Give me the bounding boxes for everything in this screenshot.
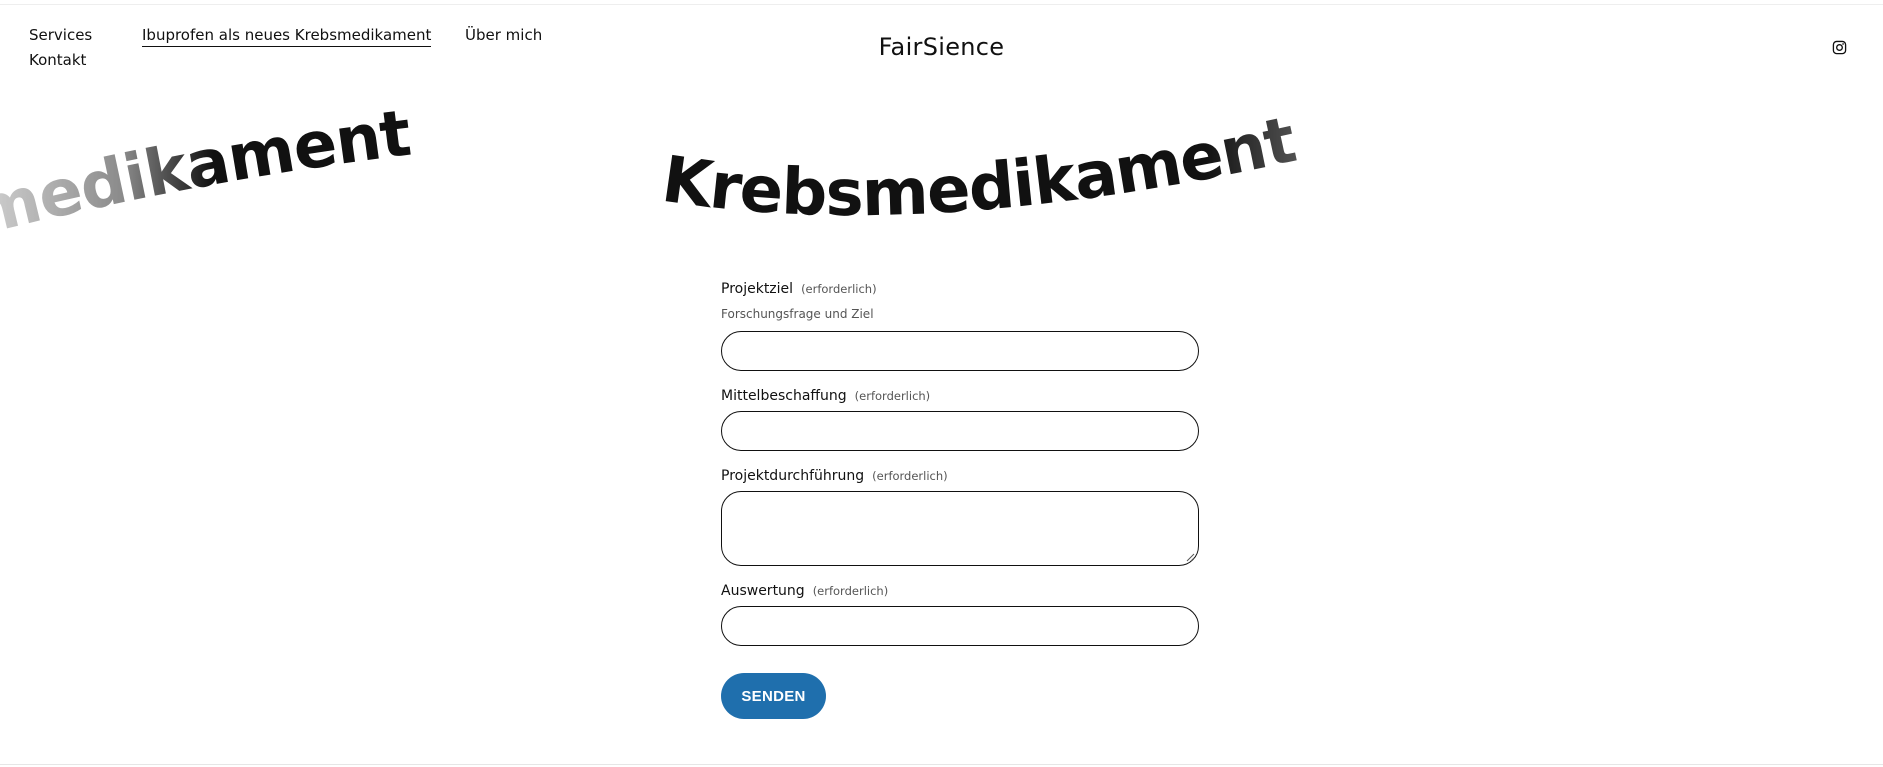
field-description: Forschungsfrage und Ziel [721,307,874,321]
field-mittelbeschaffung: Mittelbeschaffung (erforderlich) [721,387,1199,451]
field-label: Projektziel [721,281,794,297]
projektziel-input[interactable] [721,331,1199,371]
banner-word-center: Krebsmedikament [658,103,1302,231]
bottom-divider [0,764,1883,765]
submit-button[interactable]: SENDEN [721,673,826,719]
required-hint: (erforderlich) [872,469,948,483]
field-projektziel: Projektziel (erforderlich) Forschungsfra… [721,280,1199,371]
field-auswertung: Auswertung (erforderlich) [721,582,1199,646]
mittelbeschaffung-input[interactable] [721,411,1199,451]
field-label: Projektdurchführung [721,468,865,484]
required-hint: (erforderlich) [812,584,889,598]
instagram-icon[interactable] [1832,40,1847,55]
required-hint: (erforderlich) [854,389,931,403]
resize-handle-icon[interactable] [1185,552,1195,562]
site-title[interactable]: FairSience [0,32,1883,62]
top-divider [0,4,1883,5]
banner-fragment-left: medikament [0,97,415,251]
project-form: Projektziel (erforderlich) Forschungsfra… [721,280,1199,646]
auswertung-input[interactable] [721,606,1199,646]
field-projektdurchfuehrung: Projektdurchführung (erforderlich) [721,467,1199,566]
required-hint: (erforderlich) [801,282,877,296]
field-label: Auswertung [721,583,805,599]
projektdurchfuehrung-textarea[interactable] [721,491,1199,566]
marquee-banner: medikament Krebsmedikament [0,97,1303,251]
field-label: Mittelbeschaffung [721,388,847,404]
